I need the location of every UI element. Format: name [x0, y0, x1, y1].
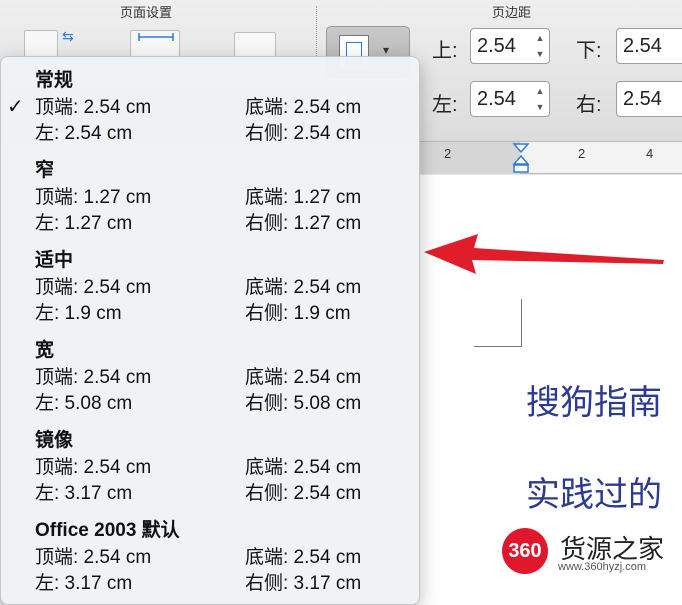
- stepper-arrows-icon[interactable]: ▲ ▼: [533, 32, 547, 60]
- rotate-arrows-icon: ⇆: [62, 28, 74, 44]
- right-margin-text: 右侧: 3.17 cm: [245, 573, 362, 594]
- menu-item-label: 宽: [35, 340, 55, 361]
- margins-group-label: 页边距: [492, 5, 532, 20]
- ruler-tick-label: 2: [444, 146, 452, 161]
- bottom-margin-label: 下:: [576, 40, 602, 62]
- bottom-margin-text: 底端: 2.54 cm: [245, 277, 362, 298]
- ruler-tick-label: 2: [578, 146, 586, 161]
- left-margin-text: 左: 1.27 cm: [35, 213, 133, 234]
- menu-item-mirrored[interactable]: 镜像 顶端: 2.54 cm 底端: 2.54 cm 左: 3.17 cm 右侧…: [1, 420, 419, 510]
- right-margin-text: 右侧: 1.9 cm: [245, 303, 351, 324]
- margin-corner-mark: [474, 299, 522, 347]
- size-dimension-icon: [138, 33, 174, 41]
- right-margin-stepper[interactable]: 2.54: [616, 81, 682, 117]
- right-margin-text: 右侧: 1.27 cm: [245, 213, 362, 234]
- checkmark-icon: ✓: [7, 96, 24, 118]
- menu-item-office-2003-default[interactable]: Office 2003 默认 顶端: 2.54 cm 底端: 2.54 cm 左…: [1, 510, 419, 600]
- left-margin-text: 左: 2.54 cm: [35, 123, 133, 144]
- bottom-margin-text: 底端: 1.27 cm: [245, 187, 362, 208]
- menu-item-wide[interactable]: 宽 顶端: 2.54 cm 底端: 2.54 cm 左: 5.08 cm 右侧:…: [1, 330, 419, 420]
- menu-item-label: Office 2003 默认: [35, 520, 180, 541]
- top-margin-text: 顶端: 2.54 cm: [35, 547, 152, 568]
- bottom-margin-text: 底端: 2.54 cm: [245, 547, 362, 568]
- page-size-icon[interactable]: [130, 30, 180, 58]
- left-margin-stepper[interactable]: 2.54 ▲ ▼: [470, 81, 550, 117]
- top-margin-text: 顶端: 2.54 cm: [35, 367, 152, 388]
- left-margin-text: 左: 5.08 cm: [35, 393, 133, 414]
- right-margin-value[interactable]: 2.54: [623, 88, 662, 110]
- menu-item-label: 适中: [35, 250, 74, 271]
- red-arrow-annotation: [424, 234, 664, 274]
- right-margin-text: 右侧: 2.54 cm: [245, 483, 362, 504]
- 360-badge-icon: 360: [502, 528, 548, 574]
- menu-item-label: 窄: [35, 160, 55, 181]
- left-margin-text: 左: 3.17 cm: [35, 483, 133, 504]
- margins-dropdown-menu: ✓ 常规 顶端: 2.54 cm 底端: 2.54 cm 左: 2.54 cm …: [0, 56, 420, 605]
- menu-item-label: 镜像: [35, 430, 74, 451]
- top-margin-text: 顶端: 2.54 cm: [35, 457, 152, 478]
- horizontal-ruler[interactable]: 2 2 4: [416, 142, 682, 174]
- watermark-logo: 360 货源之家 www.360hyzj.com: [500, 527, 682, 579]
- page-setup-group-label: 页面设置: [120, 5, 173, 20]
- top-margin-stepper[interactable]: 2.54 ▲ ▼: [470, 28, 550, 64]
- top-margin-value[interactable]: 2.54: [477, 35, 516, 57]
- chevron-down-icon: ▾: [383, 43, 390, 57]
- orientation-icon[interactable]: [24, 30, 58, 58]
- menu-item-normal[interactable]: ✓ 常规 顶端: 2.54 cm 底端: 2.54 cm 左: 2.54 cm …: [1, 60, 419, 150]
- bottom-margin-stepper[interactable]: 2.54: [616, 28, 682, 64]
- watermark-url: www.360hyzj.com: [558, 561, 647, 573]
- menu-item-narrow[interactable]: 窄 顶端: 1.27 cm 底端: 1.27 cm 左: 1.27 cm 右侧:…: [1, 150, 419, 240]
- right-margin-text: 右侧: 5.08 cm: [245, 393, 362, 414]
- ruler-margin-shade: [416, 142, 520, 174]
- stepper-arrows-icon[interactable]: ▲ ▼: [533, 85, 547, 113]
- top-margin-text: 顶端: 2.54 cm: [35, 97, 152, 118]
- menu-item-label: 常规: [35, 70, 74, 91]
- document-line[interactable]: 搜狗指南: [526, 375, 662, 424]
- left-margin-text: 左: 1.9 cm: [35, 303, 122, 324]
- left-margin-value[interactable]: 2.54: [477, 88, 516, 110]
- right-margin-text: 右侧: 2.54 cm: [245, 123, 362, 144]
- bottom-margin-text: 底端: 2.54 cm: [245, 457, 362, 478]
- left-margin-label: 左:: [432, 94, 458, 116]
- bottom-margin-text: 底端: 2.54 cm: [245, 367, 362, 388]
- ruler-tick-label: 4: [646, 146, 654, 161]
- bottom-margin-text: 底端: 2.54 cm: [245, 97, 362, 118]
- bottom-margin-value[interactable]: 2.54: [623, 35, 662, 57]
- menu-item-moderate[interactable]: 适中 顶端: 2.54 cm 底端: 2.54 cm 左: 1.9 cm 右侧:…: [1, 240, 419, 330]
- top-margin-text: 顶端: 2.54 cm: [35, 277, 152, 298]
- right-margin-label: 右:: [576, 94, 602, 116]
- document-line[interactable]: 实践过的: [526, 467, 662, 516]
- top-margin-label: 上:: [432, 40, 458, 62]
- indent-marker-icon[interactable]: [512, 142, 530, 174]
- left-margin-text: 左: 3.17 cm: [35, 573, 133, 594]
- top-margin-text: 顶端: 1.27 cm: [35, 187, 152, 208]
